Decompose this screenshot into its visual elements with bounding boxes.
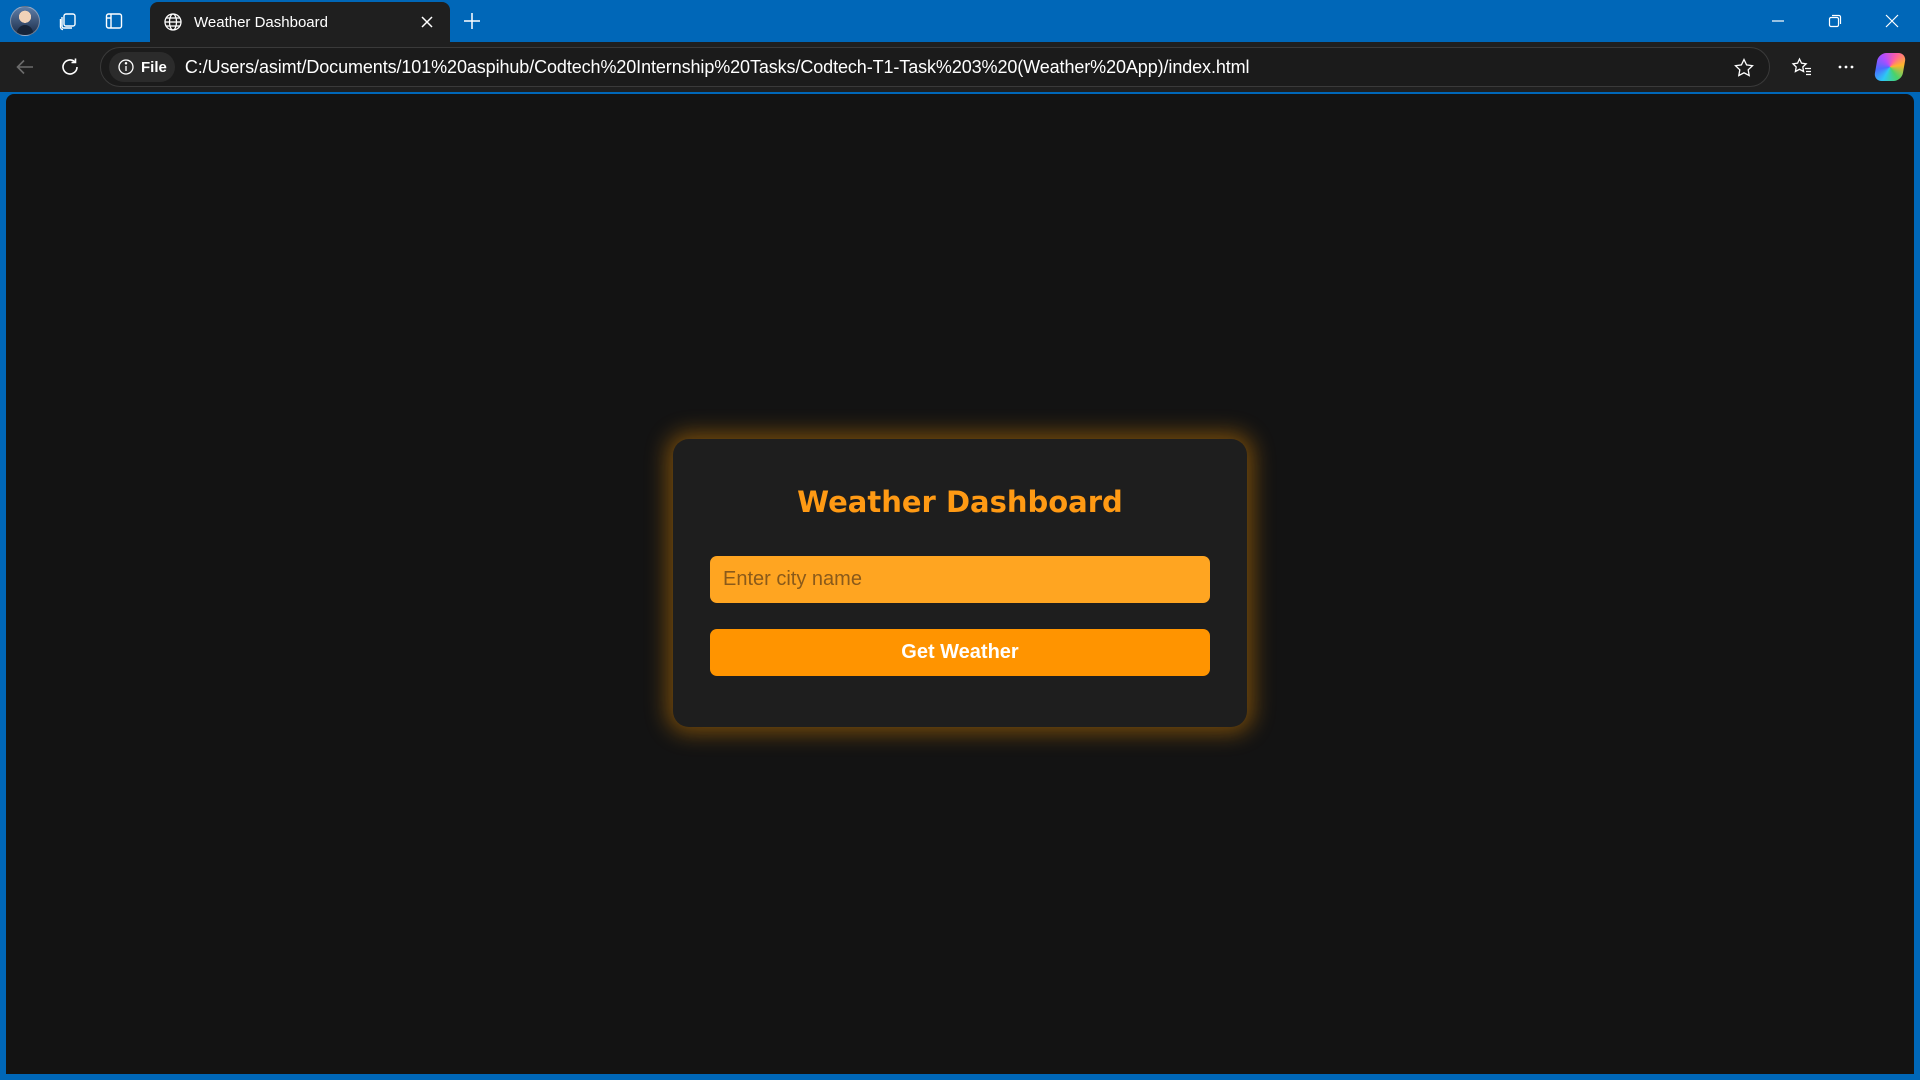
close-window-icon[interactable]: [1863, 0, 1920, 42]
tab-title: Weather Dashboard: [194, 13, 328, 31]
tab-weather-dashboard[interactable]: Weather Dashboard: [150, 2, 450, 42]
weather-card: Weather Dashboard Get Weather: [673, 439, 1247, 727]
city-input[interactable]: [710, 556, 1210, 603]
browser-toolbar: File C:/Users/asimt/Documents/101%20aspi…: [0, 42, 1920, 92]
get-weather-button[interactable]: Get Weather: [710, 629, 1210, 676]
info-icon: [118, 59, 134, 75]
more-icon[interactable]: [1824, 47, 1868, 87]
file-scheme-label: File: [141, 58, 167, 76]
address-bar[interactable]: File C:/Users/asimt/Documents/101%20aspi…: [100, 47, 1770, 87]
workspaces-icon[interactable]: [50, 3, 86, 39]
star-icon[interactable]: [1731, 55, 1757, 81]
window-controls: [1749, 0, 1920, 42]
refresh-icon[interactable]: [50, 47, 90, 87]
site-info-chip[interactable]: File: [109, 52, 175, 82]
globe-icon: [162, 11, 184, 33]
profile-avatar[interactable]: [10, 6, 40, 36]
toolbar-right-group: [1780, 47, 1912, 87]
titlebar-left-group: [0, 0, 132, 42]
restore-icon[interactable]: [1806, 0, 1863, 42]
browser-titlebar: Weather Dashboard: [0, 0, 1920, 42]
copilot-icon[interactable]: [1868, 47, 1912, 87]
plus-icon[interactable]: [456, 5, 488, 37]
vertical-tabs-icon[interactable]: [96, 3, 132, 39]
minimize-icon[interactable]: [1749, 0, 1806, 42]
url-text[interactable]: C:/Users/asimt/Documents/101%20aspihub/C…: [185, 57, 1250, 78]
window-bottom-edge: [0, 1074, 1920, 1080]
page-title: Weather Dashboard: [797, 485, 1123, 519]
page-viewport: Weather Dashboard Get Weather: [6, 94, 1914, 1074]
back-arrow-icon[interactable]: [5, 47, 45, 87]
close-icon[interactable]: [414, 9, 440, 35]
favorites-icon[interactable]: [1780, 47, 1824, 87]
